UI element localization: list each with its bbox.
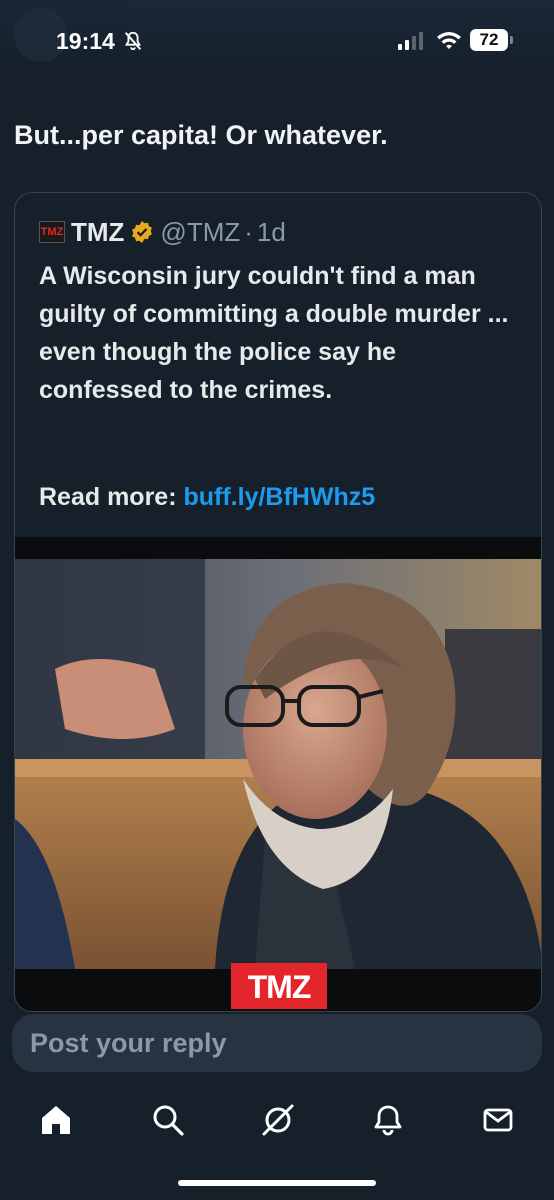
read-more-line: Read more: buff.ly/BfHWhz5	[39, 483, 375, 512]
reply-placeholder: Post your reply	[30, 1028, 227, 1058]
wifi-icon	[437, 32, 461, 49]
messages-icon[interactable]	[480, 1102, 516, 1138]
quoted-author-name[interactable]: TMZ	[71, 217, 124, 248]
tmz-video-logo: TMZ	[231, 963, 327, 1009]
quoted-post-card[interactable]: TMZ TMZ @TMZ · 1d A Wisconsin jury could…	[14, 192, 542, 1012]
battery-indicator: 72	[470, 29, 513, 51]
read-more-label: Read more:	[39, 483, 184, 511]
grok-icon[interactable]	[260, 1102, 296, 1138]
bell-off-icon	[124, 31, 142, 51]
notifications-icon[interactable]	[370, 1102, 406, 1138]
video-player[interactable]: TMZ	[15, 537, 541, 1011]
bottom-navigation	[0, 1090, 554, 1160]
cellular-signal-icon	[398, 32, 423, 50]
quoted-post-text: A Wisconsin jury couldn't find a man gui…	[39, 262, 509, 404]
separator-dot: ·	[244, 216, 253, 247]
quoted-author-handle[interactable]: @TMZ	[160, 217, 240, 248]
status-time: 19:14	[56, 28, 115, 54]
search-icon[interactable]	[150, 1102, 186, 1138]
tmz-avatar[interactable]: TMZ	[39, 221, 65, 243]
tweet-text: But...per capita! Or whatever.	[14, 120, 388, 150]
home-indicator[interactable]	[178, 1180, 376, 1186]
reply-input[interactable]: Post your reply	[12, 1014, 542, 1072]
video-frame-image	[15, 559, 541, 969]
verified-badge-icon	[132, 221, 153, 243]
quoted-post-header: TMZ TMZ @TMZ · 1d	[39, 215, 286, 249]
article-link[interactable]: buff.ly/BfHWhz5	[183, 483, 375, 511]
home-icon[interactable]	[38, 1102, 74, 1138]
quoted-post-time[interactable]: 1d	[257, 217, 286, 248]
status-bar: 19:14 72	[0, 0, 554, 80]
